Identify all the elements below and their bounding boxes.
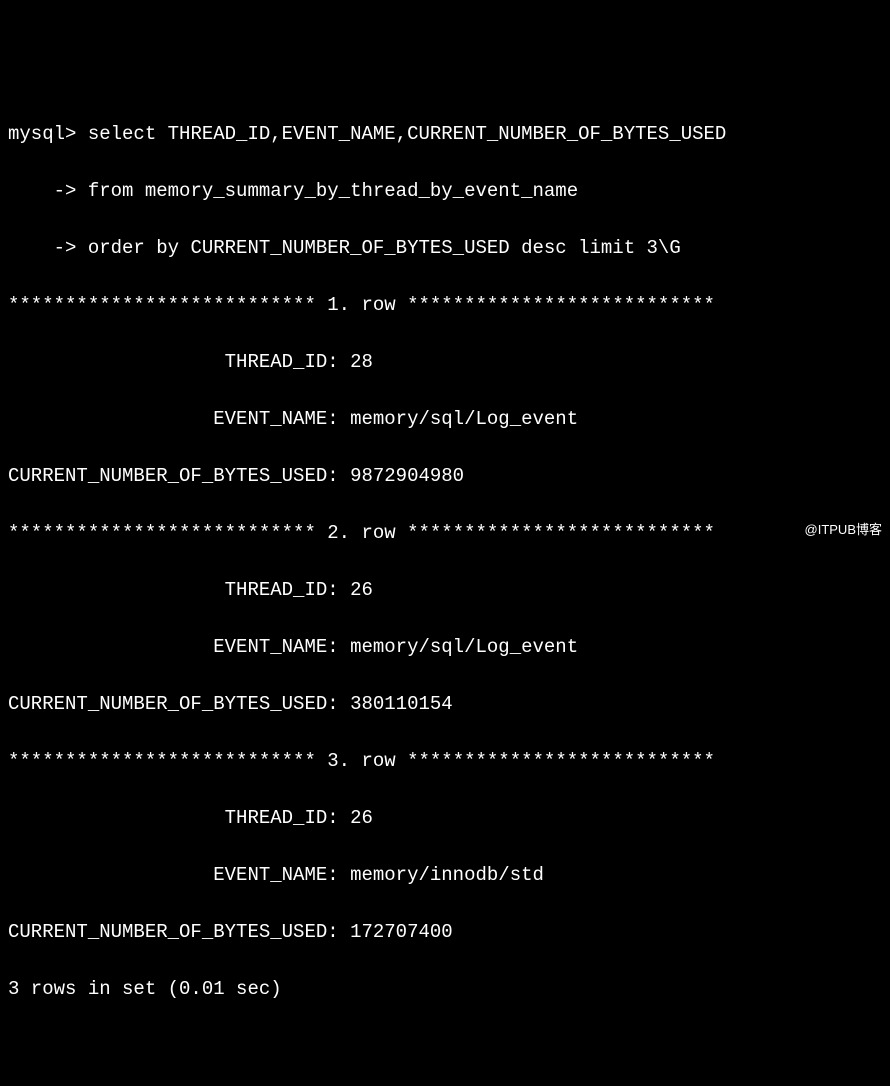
field-label-bytes-used: CURRENT_NUMBER_OF_BYTES_USED: <box>8 693 350 715</box>
row2-event-name: EVENT_NAME: memory/sql/Log_event <box>8 633 882 662</box>
row-separator-1: *************************** 1. row *****… <box>8 291 882 320</box>
continuation-prompt: -> <box>8 237 76 259</box>
row2-bytes-used: CURRENT_NUMBER_OF_BYTES_USED: 380110154 <box>8 690 882 719</box>
watermark: @ITPUB博客 <box>805 520 882 540</box>
row-separator-2: *************************** 2. row *****… <box>8 519 882 548</box>
field-label-bytes-used: CURRENT_NUMBER_OF_BYTES_USED: <box>8 921 350 943</box>
value-thread-id: 26 <box>350 807 373 829</box>
row3-thread-id: THREAD_ID: 26 <box>8 804 882 833</box>
row1-event-name: EVENT_NAME: memory/sql/Log_event <box>8 405 882 434</box>
sql-from: from memory_summary_by_thread_by_event_n… <box>76 180 578 202</box>
row3-event-name: EVENT_NAME: memory/innodb/std <box>8 861 882 890</box>
row3-bytes-used: CURRENT_NUMBER_OF_BYTES_USED: 172707400 <box>8 918 882 947</box>
value-bytes-used: 172707400 <box>350 921 453 943</box>
value-event-name: memory/sql/Log_event <box>350 408 578 430</box>
query-line-1: mysql> select THREAD_ID,EVENT_NAME,CURRE… <box>8 120 882 149</box>
query-line-3: -> order by CURRENT_NUMBER_OF_BYTES_USED… <box>8 234 882 263</box>
field-label-event-name: EVENT_NAME: <box>8 636 350 658</box>
field-label-event-name: EVENT_NAME: <box>8 408 350 430</box>
value-thread-id: 28 <box>350 351 373 373</box>
row-separator-3: *************************** 3. row *****… <box>8 747 882 776</box>
value-event-name: memory/sql/Log_event <box>350 636 578 658</box>
field-label-thread-id: THREAD_ID: <box>8 807 350 829</box>
sql-order: order by CURRENT_NUMBER_OF_BYTES_USED de… <box>76 237 680 259</box>
field-label-bytes-used: CURRENT_NUMBER_OF_BYTES_USED: <box>8 465 350 487</box>
result-footer: 3 rows in set (0.01 sec) <box>8 975 882 1004</box>
continuation-prompt: -> <box>8 180 76 202</box>
row2-thread-id: THREAD_ID: 26 <box>8 576 882 605</box>
field-label-thread-id: THREAD_ID: <box>8 579 350 601</box>
value-bytes-used: 9872904980 <box>350 465 464 487</box>
sql-select: select THREAD_ID,EVENT_NAME,CURRENT_NUMB… <box>76 123 726 145</box>
value-bytes-used: 380110154 <box>350 693 453 715</box>
row1-thread-id: THREAD_ID: 28 <box>8 348 882 377</box>
field-label-event-name: EVENT_NAME: <box>8 864 350 886</box>
value-thread-id: 26 <box>350 579 373 601</box>
row1-bytes-used: CURRENT_NUMBER_OF_BYTES_USED: 9872904980 <box>8 462 882 491</box>
mysql-prompt: mysql> <box>8 123 76 145</box>
field-label-thread-id: THREAD_ID: <box>8 351 350 373</box>
value-event-name: memory/innodb/std <box>350 864 544 886</box>
query-line-2: -> from memory_summary_by_thread_by_even… <box>8 177 882 206</box>
